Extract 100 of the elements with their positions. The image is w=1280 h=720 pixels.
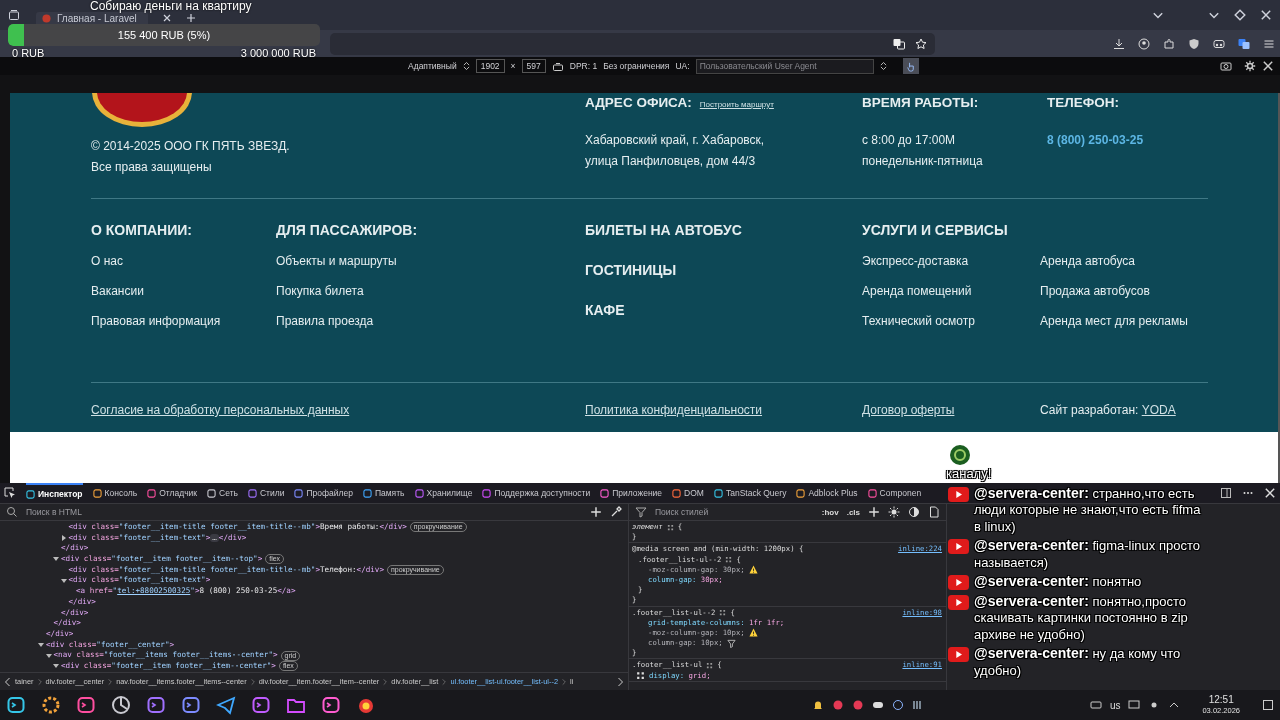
devtools-tab[interactable]: Adblock Plus — [796, 483, 858, 503]
devtools-tab[interactable]: TanStack Query — [713, 483, 787, 503]
close-icon[interactable] — [162, 13, 172, 23]
caret-icon[interactable] — [38, 641, 44, 648]
footer-link[interactable]: Технический осмотр — [862, 306, 1040, 336]
section-link[interactable]: БИЛЕТЫ НА АВТОБУС — [585, 222, 742, 238]
record-icon[interactable] — [831, 699, 844, 711]
phone-link[interactable]: 8 (800) 250-03-25 — [1047, 130, 1144, 151]
footer-link[interactable]: О нас — [91, 246, 123, 276]
maximize-icon[interactable] — [1234, 9, 1246, 21]
plus-icon[interactable] — [868, 506, 880, 518]
caret-icon[interactable] — [53, 556, 59, 563]
footer-link[interactable]: Правовая информация — [91, 306, 221, 336]
devtools-tab[interactable]: Отладчик — [147, 483, 198, 503]
footer-link[interactable]: Объекты и маршруты — [276, 246, 397, 276]
close-icon[interactable] — [1262, 60, 1274, 72]
devtools-tab[interactable]: Консоль — [92, 483, 138, 503]
document-icon[interactable] — [928, 506, 940, 518]
route-link[interactable]: Построить маршрут — [699, 100, 774, 109]
section-link[interactable]: КАФЕ — [585, 302, 625, 318]
close-icon[interactable] — [1264, 487, 1276, 499]
sun-icon[interactable] — [888, 506, 900, 518]
eyedropper-icon[interactable] — [610, 506, 622, 518]
throttle-select[interactable]: Без ограничения — [603, 61, 670, 71]
camera-icon[interactable] — [1220, 60, 1232, 72]
translate-icon[interactable] — [893, 37, 905, 50]
footer-link[interactable]: Экспресс-доставка — [862, 246, 1040, 276]
devtools-tab[interactable]: Приложение — [600, 483, 663, 503]
footer-link[interactable]: Покупка билета — [276, 276, 364, 306]
account-icon[interactable] — [1138, 37, 1150, 50]
height-field[interactable]: 597 — [521, 59, 546, 73]
footer-link[interactable]: Правила проезда — [276, 306, 374, 336]
bars-icon[interactable] — [911, 699, 924, 711]
caret-icon[interactable] — [60, 535, 67, 542]
sort-icon[interactable] — [879, 61, 887, 71]
style-search-field[interactable]: Поиск стилей — [655, 507, 814, 517]
developer-link[interactable]: YODA — [1141, 403, 1176, 417]
square-icon — [672, 488, 682, 498]
caret-icon[interactable] — [60, 577, 67, 584]
browser-tab[interactable]: Главная - Laravel — [36, 12, 148, 24]
section-link[interactable]: ГОСТИНИЦЫ — [585, 262, 677, 278]
globe-icon[interactable] — [891, 699, 904, 711]
html-search-field[interactable]: Поиск в HTML — [26, 507, 582, 517]
star-icon[interactable] — [915, 37, 927, 50]
grid-icon — [725, 556, 733, 564]
close-icon[interactable] — [1260, 9, 1272, 21]
dpr-select[interactable]: DPR: 1 — [569, 61, 598, 71]
footer-link[interactable]: Продажа автобусов — [1040, 276, 1188, 306]
plus-icon[interactable] — [590, 506, 602, 518]
user-agent-field[interactable]: Пользовательский User Agent — [695, 58, 874, 74]
contrast-icon[interactable] — [908, 506, 920, 518]
privacy-link[interactable]: Политика конфиденциальности — [585, 403, 862, 417]
devtools-tab[interactable]: Хранилище — [414, 483, 473, 503]
tab-list-icon[interactable] — [8, 9, 20, 21]
footer-link[interactable]: Аренда автобуса — [1040, 246, 1188, 276]
footer-link[interactable]: Аренда помещений — [862, 276, 1040, 306]
terminal-icon[interactable] — [76, 695, 96, 715]
desktop-icon[interactable] — [1262, 699, 1274, 711]
element-picker-icon[interactable] — [4, 487, 16, 499]
hover-toggle[interactable]: :hov — [821, 507, 839, 517]
chat-message: @servera-center: figma-linux просто называется) — [974, 537, 1201, 571]
grid-icon[interactable] — [636, 671, 645, 681]
footer-link[interactable]: Аренда мест для рекламы — [1040, 306, 1188, 336]
footer-link[interactable]: Вакансии — [91, 276, 144, 306]
devtools-tab[interactable]: Память — [362, 483, 405, 503]
devtools-tab[interactable]: Инспектор — [26, 483, 83, 503]
sort-icon[interactable] — [462, 61, 470, 71]
consent-link[interactable]: Согласие на обработку персональных данных — [91, 403, 585, 417]
monitor-icon[interactable] — [1128, 699, 1141, 711]
device-select[interactable]: Адаптивный — [408, 61, 457, 71]
paper-plane-icon[interactable] — [216, 695, 236, 715]
download-icon[interactable] — [1113, 37, 1125, 50]
menu-icon[interactable] — [1263, 37, 1275, 50]
record-icon[interactable] — [851, 699, 864, 711]
devtools-tab[interactable]: Профайлер — [294, 483, 353, 503]
devtools-tab[interactable]: Сеть — [207, 483, 238, 503]
devtools-tab[interactable]: Стили — [247, 483, 285, 503]
translate-icon[interactable] — [1238, 37, 1250, 50]
devtools-tab[interactable]: Componen — [867, 483, 922, 503]
offer-link[interactable]: Договор оферты — [862, 403, 1040, 417]
mask-icon[interactable] — [1213, 37, 1225, 50]
caret-icon[interactable] — [53, 663, 59, 670]
keyboard-icon[interactable] — [1089, 699, 1102, 711]
filter-icon[interactable] — [726, 638, 736, 648]
logo-icon[interactable] — [91, 93, 193, 128]
touch-button[interactable] — [902, 58, 919, 74]
devtools-tab[interactable]: DOM — [672, 483, 704, 503]
caret-icon[interactable] — [45, 652, 52, 659]
plus-icon[interactable] — [186, 13, 196, 23]
settings-icon[interactable] — [1244, 60, 1256, 72]
width-field[interactable]: 1902 — [475, 59, 505, 73]
address-line: Хабаровский край, г. Хабаровск, — [585, 132, 765, 149]
dock-icon[interactable] — [1220, 487, 1232, 499]
rotate-icon[interactable] — [551, 60, 564, 72]
keyboard-layout[interactable]: us — [1109, 699, 1121, 711]
chevron-right-icon[interactable] — [617, 676, 624, 687]
devtools-tab[interactable]: Поддержка доступности — [482, 483, 591, 503]
class-toggle[interactable]: .cls — [846, 507, 860, 517]
chevron-left-icon[interactable] — [4, 676, 11, 687]
shield-icon[interactable] — [1188, 37, 1200, 50]
